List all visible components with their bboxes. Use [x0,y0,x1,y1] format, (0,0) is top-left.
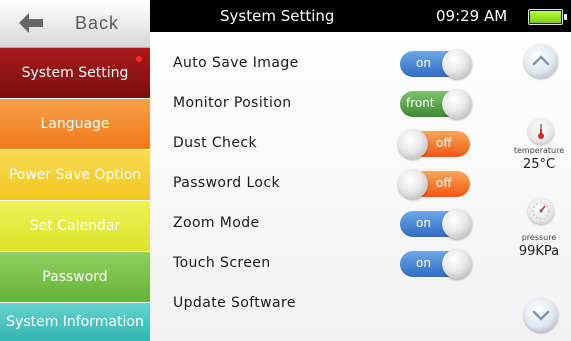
toggle-knob [442,89,472,119]
sidebar-item-power-save-option[interactable]: Power Save Option [0,150,150,200]
setting-label: Touch Screen [173,255,271,271]
setting-password-lock: Password Lock [173,175,423,191]
toggle-state: off [436,136,452,150]
monitor-position-toggle[interactable]: front [400,89,472,119]
thermometer-icon [528,118,554,144]
pressure-gauge-glyph [532,202,550,220]
sidebar-item-system-information[interactable]: System Information [0,303,150,341]
toggle-knob [442,209,472,239]
temperature-value: 25°C [522,157,556,172]
password-lock-toggle[interactable]: off [398,169,470,199]
pressure-readout: pressure 99KPa [510,233,568,259]
setting-label: Update Software [173,295,296,311]
sidebar-item-label: Language [40,116,110,132]
setting-monitor-position: Monitor Position [173,95,423,111]
touch-screen-toggle[interactable]: on [400,249,472,279]
setting-auto-save-image: Auto Save Image [173,55,423,71]
sidebar-item-label: Power Save Option [8,167,142,183]
toggle-state: on [416,256,431,270]
toggle-state: front [406,96,435,110]
auto-save-image-toggle[interactable]: on [400,49,472,79]
toggle-knob [442,249,472,279]
battery-tip [564,14,567,20]
pressure-label: pressure [521,233,557,242]
back-label: Back [75,13,120,33]
status-bar: System Setting 09:29 AM [150,0,571,32]
setting-update-software[interactable]: Update Software [173,295,423,311]
sidebar-item-set-calendar[interactable]: Set Calendar [0,201,150,251]
pressure-value: 99KPa [518,244,560,259]
back-button[interactable]: Back [0,0,150,48]
setting-label: Monitor Position [173,95,292,111]
clock: 09:29 AM [436,7,508,25]
battery-level-fill [530,11,561,23]
toggle-knob [442,49,472,79]
toggle-knob [398,129,428,159]
temperature-label: temperature [513,146,565,155]
setting-label: Zoom Mode [173,215,260,231]
setting-label: Dust Check [173,135,257,151]
setting-touch-screen: Touch Screen [173,255,423,271]
setting-label: Auto Save Image [173,55,299,71]
temperature-readout: temperature 25°C [510,146,568,172]
thermometer-glyph [538,124,544,139]
battery-icon [528,9,567,25]
dust-check-toggle[interactable]: off [398,129,470,159]
chevron-up-icon [532,55,550,66]
toggle-state: on [416,216,431,230]
setting-label: Password Lock [173,175,280,191]
setting-zoom-mode: Zoom Mode [173,215,423,231]
toggle-state: off [436,176,452,190]
pressure-gauge-icon [528,198,554,224]
sidebar-item-label: System Information [6,314,144,330]
toggle-state: on [416,56,431,70]
sidebar-item-label: System Setting [21,65,129,81]
active-indicator [136,56,142,62]
scroll-up-button[interactable] [524,44,558,78]
toggle-knob [398,169,428,199]
zoom-mode-toggle[interactable]: on [400,209,472,239]
sidebar-item-password[interactable]: Password [0,252,150,302]
sidebar-item-language[interactable]: Language [0,99,150,149]
setting-dust-check: Dust Check [173,135,423,151]
sidebar-item-system-setting[interactable]: System Setting [0,48,150,98]
back-arrow-icon [19,13,43,33]
chevron-down-icon [532,310,550,321]
settings-panel: Auto Save Image on Monitor Position fron… [150,32,571,341]
sidebar-item-label: Password [42,269,108,285]
sidebar-item-label: Set Calendar [29,218,121,234]
page-title: System Setting [220,7,335,25]
scroll-down-button[interactable] [524,298,558,332]
